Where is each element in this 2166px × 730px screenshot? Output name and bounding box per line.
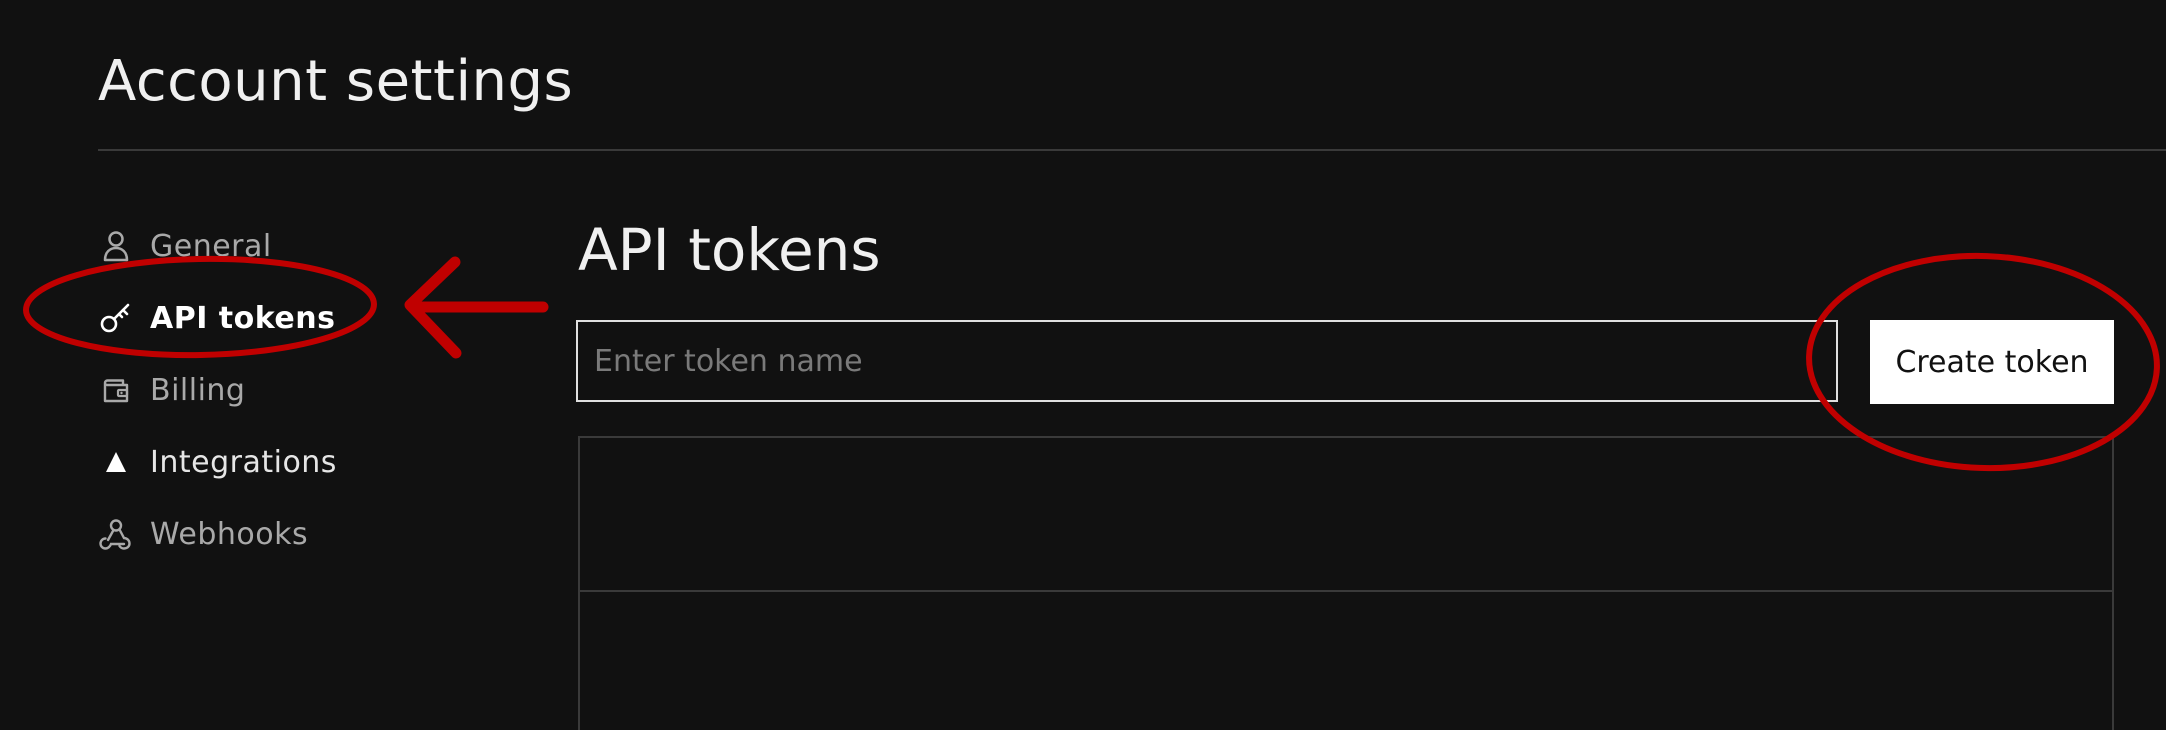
page-title: Account settings (98, 49, 574, 114)
token-name-input[interactable] (576, 320, 1838, 402)
webhook-icon (98, 516, 134, 552)
table-row (580, 592, 2112, 730)
tokens-table (578, 436, 2114, 730)
sidebar-item-label: General (150, 228, 272, 264)
sidebar-item-integrations[interactable]: Integrations (98, 426, 478, 498)
triangle-icon (98, 444, 134, 480)
sidebar-item-api-tokens[interactable]: API tokens (98, 282, 478, 354)
person-icon (98, 228, 134, 264)
section-title: API tokens (578, 216, 881, 284)
sidebar-item-webhooks[interactable]: Webhooks (98, 498, 478, 570)
sidebar-item-label: Integrations (150, 444, 337, 480)
key-icon (98, 300, 134, 336)
sidebar-item-label: API tokens (150, 300, 336, 336)
sidebar-item-general[interactable]: General (98, 210, 478, 282)
sidebar-item-label: Billing (150, 372, 246, 408)
table-row (580, 438, 2112, 592)
settings-sidebar: General API tokens Billing Integrations … (98, 210, 478, 570)
wallet-icon (98, 372, 134, 408)
sidebar-item-label: Webhooks (150, 516, 309, 552)
sidebar-item-billing[interactable]: Billing (98, 354, 478, 426)
create-token-button[interactable]: Create token (1870, 320, 2114, 404)
header-divider (98, 149, 2166, 151)
